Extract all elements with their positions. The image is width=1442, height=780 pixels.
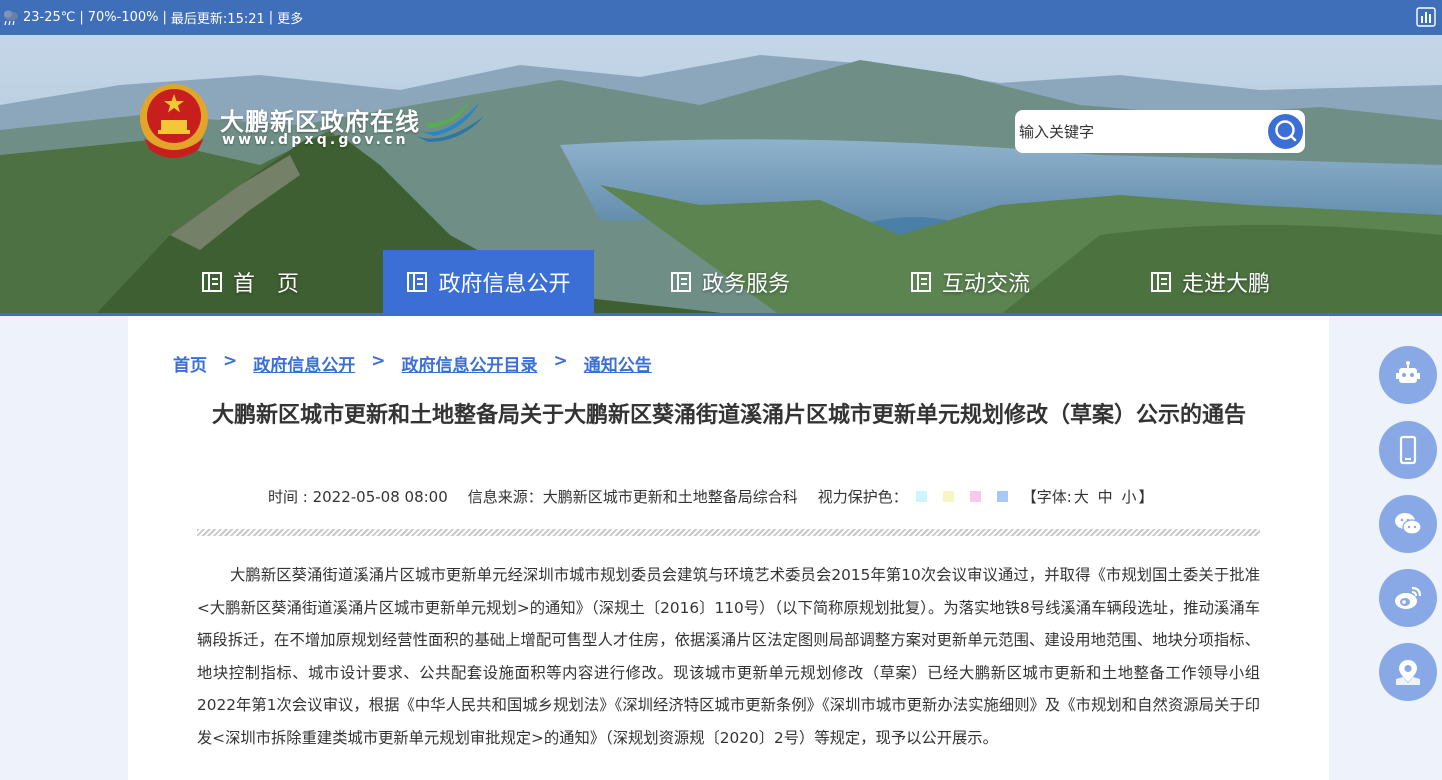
search-box (1015, 110, 1305, 153)
nav-label: 互动交流 (941, 272, 1030, 297)
search-icon (1275, 120, 1297, 142)
nav-item-about[interactable]: 走进大鹏 (1136, 250, 1284, 314)
font-size-open: 【字体: (1021, 488, 1072, 506)
national-emblem-icon (140, 84, 208, 158)
nav-item-services[interactable]: 政务服务 (656, 250, 804, 314)
font-size-options: 大 中 小 (1072, 486, 1139, 507)
bar-chart-icon[interactable] (1416, 7, 1436, 27)
nav-label: 政府信息公开 (438, 272, 571, 297)
breadcrumb: 首页 > 政府信息公开 > 政府信息公开目录 > 通知公告 (173, 351, 652, 376)
search-button[interactable] (1268, 114, 1303, 149)
district-logo-icon (416, 100, 484, 142)
separator: | (162, 10, 167, 25)
eye-color-cyan-swatch[interactable] (915, 491, 927, 502)
wechat-button[interactable] (1379, 495, 1437, 553)
publish-time: 时间 : 2022-05-08 08:00 (268, 488, 448, 506)
document-icon (201, 272, 222, 292)
article-meta: 时间 : 2022-05-08 08:00 信息来源：大鹏新区城市更新和土地整备… (268, 486, 1153, 507)
eye-color-yellow-swatch[interactable] (942, 491, 954, 502)
breadcrumb-gov-info-link[interactable]: 政府信息公开 (253, 351, 355, 376)
nav-label: 走进大鹏 (1181, 272, 1270, 297)
nav-item-gov-info[interactable]: 政府信息公开 (383, 250, 594, 314)
robot-icon (1396, 361, 1420, 383)
cloud-rain-icon (4, 10, 18, 25)
map-location-button[interactable] (1379, 643, 1437, 701)
article-body: 大鹏新区葵涌街道溪涌片区城市更新单元经深圳市城市规划委员会建筑与环境艺术委员会2… (197, 566, 1260, 747)
map-location-icon (1396, 660, 1420, 685)
robot-assistant-button[interactable] (1379, 346, 1437, 404)
header-banner: 大鹏新区政府在线 www.dpxq.gov.cn 首 页 政府信息公开 政务服务… (0, 35, 1442, 315)
weibo-icon (1395, 586, 1422, 609)
document-icon (1150, 272, 1171, 292)
top-info-bar: 23-25℃ | 70%-100% | 最后更新:15:21 | 更多 (0, 0, 1442, 35)
breadcrumb-home-link[interactable]: 首页 (173, 351, 207, 376)
font-size-large[interactable]: 大 (1074, 488, 1089, 506)
eye-color-blue-swatch[interactable] (996, 491, 1008, 502)
site-url: www.dpxq.gov.cn (222, 132, 409, 148)
update-time-text: 最后更新:15:21 (170, 12, 265, 27)
article-title: 大鹏新区城市更新和土地整备局关于大鹏新区葵涌街道溪涌片区城市更新单元规划修改（草… (211, 403, 1246, 428)
separator: | (268, 10, 274, 25)
document-icon (910, 272, 931, 292)
more-weather-link[interactable]: 更多 (277, 8, 303, 27)
breadcrumb-separator: > (553, 351, 568, 371)
separator: | (79, 10, 84, 25)
wechat-icon (1395, 513, 1422, 535)
font-size-small[interactable]: 小 (1121, 488, 1136, 506)
nav-label: 政务服务 (701, 272, 790, 297)
document-icon (670, 272, 691, 292)
breadcrumb-notice-link[interactable]: 通知公告 (584, 351, 652, 376)
breadcrumb-separator: > (223, 351, 238, 371)
breadcrumb-catalog-link[interactable]: 政府信息公开目录 (402, 351, 538, 376)
document-icon (407, 272, 428, 292)
weibo-button[interactable] (1379, 569, 1437, 627)
breadcrumb-separator: > (371, 351, 386, 371)
nav-item-interaction[interactable]: 互动交流 (896, 250, 1044, 314)
temperature-text: 23-25℃ (23, 10, 76, 25)
nav-item-home[interactable]: 首 页 (180, 250, 320, 314)
font-size-medium[interactable]: 中 (1098, 488, 1113, 506)
nav-label: 首 页 (232, 272, 299, 297)
mobile-version-button[interactable] (1379, 421, 1437, 479)
mobile-icon (1399, 435, 1417, 465)
search-input[interactable] (1019, 118, 1259, 145)
hatched-divider (197, 529, 1260, 536)
eye-color-pink-swatch[interactable] (969, 491, 981, 502)
font-size-close: 】 (1138, 488, 1154, 506)
eye-protect-label: 视力保护色： (817, 488, 908, 506)
info-source: 信息来源：大鹏新区城市更新和土地整备局综合科 (467, 488, 798, 506)
humidity-text: 70%-100% (87, 10, 159, 25)
